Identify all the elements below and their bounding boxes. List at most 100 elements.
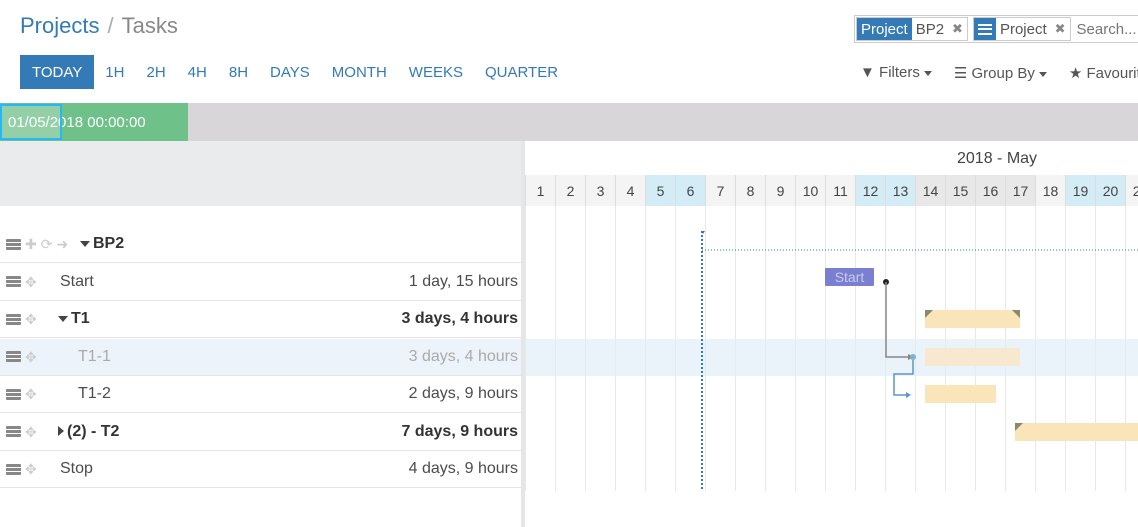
row-actions: ✥	[6, 350, 37, 364]
search-bar[interactable]: Project BP2 ✖ Project ✖	[854, 15, 1138, 43]
task-bar[interactable]	[1015, 422, 1138, 441]
task-name: (2) - T2	[58, 423, 119, 441]
day-cell: 4	[615, 175, 645, 206]
bar-cap-right	[1012, 310, 1020, 318]
task-duration: 3 days, 4 hours	[408, 347, 518, 365]
task-name-text: Stop	[60, 460, 93, 477]
task-row[interactable]: ✥ T1 3 days, 4 hours	[0, 301, 521, 338]
plus-icon[interactable]: ✚	[25, 237, 37, 251]
day-cell: 11	[825, 175, 855, 206]
day-cell: 8	[735, 175, 765, 206]
caret-down-icon[interactable]	[80, 240, 90, 247]
month-label: 2018 - May	[957, 150, 1038, 167]
day-cell: 5	[645, 175, 675, 206]
list-icon[interactable]	[6, 238, 21, 250]
gantt-row	[525, 301, 1138, 338]
move-icon[interactable]: ✥	[25, 425, 37, 439]
task-row[interactable]: ✥ T1-1 3 days, 4 hours	[0, 338, 521, 376]
day-cell: 1	[525, 175, 555, 206]
move-icon[interactable]: ✥	[25, 462, 37, 476]
day-cell: 2	[555, 175, 585, 206]
task-name: T1-2	[78, 385, 111, 403]
task-row[interactable]: ✥ Start 1 day, 15 hours	[0, 264, 521, 301]
task-row[interactable]: ✥ Stop 4 days, 9 hours	[0, 451, 521, 488]
move-icon[interactable]: ✥	[25, 312, 37, 326]
scale-quarter-button[interactable]: QUARTER	[474, 55, 569, 89]
scale-1h-button[interactable]: 1H	[94, 55, 135, 89]
search-input[interactable]	[1074, 20, 1138, 38]
task-name-text: T1	[71, 310, 90, 327]
task-list: ✚ ⟳ ➜ BP2 ✥ Start 1 day, 15 hours ✥ T1 3 days, 4 …	[0, 141, 521, 527]
task-bar[interactable]	[925, 347, 1020, 366]
refresh-icon[interactable]: ⟳	[41, 237, 53, 251]
move-icon[interactable]: ✥	[25, 387, 37, 401]
facet-project-value: BP2	[915, 20, 945, 38]
groupby-button[interactable]: ☰ Group By	[954, 64, 1047, 82]
move-icon[interactable]: ✥	[25, 275, 37, 289]
task-bar[interactable]	[925, 385, 996, 403]
row-actions: ✥	[6, 462, 37, 476]
breadcrumb: Projects / Tasks	[20, 13, 178, 39]
breadcrumb-separator: /	[107, 13, 114, 38]
facet-remove-icon[interactable]: ✖	[1051, 18, 1070, 40]
row-actions: ✥	[6, 312, 37, 326]
day-cell: 17	[1005, 175, 1035, 206]
task-bar[interactable]	[925, 310, 1020, 328]
task-name-text: T1-2	[78, 385, 111, 402]
task-name: Stop	[60, 460, 93, 478]
task-duration: 2 days, 9 hours	[408, 385, 518, 402]
list-icon[interactable]	[6, 426, 21, 437]
list-icon[interactable]	[6, 351, 21, 362]
row-actions: ✥	[6, 387, 37, 401]
task-name-text: Start	[60, 272, 94, 290]
arrow-right-icon[interactable]: ➜	[56, 237, 68, 251]
facet-remove-icon[interactable]: ✖	[948, 18, 967, 40]
task-duration: 7 days, 9 hours	[401, 422, 519, 440]
day-cell: 15	[945, 175, 975, 206]
scale-days-button[interactable]: DAYS	[259, 55, 321, 89]
facet-groupby-value: Project	[999, 20, 1047, 38]
list-icon[interactable]	[6, 313, 21, 325]
day-cell: 3	[585, 175, 615, 206]
task-name-text: BP2	[93, 235, 125, 252]
day-cell: 6	[675, 175, 705, 206]
filter-icon: ▼	[860, 64, 875, 81]
star-icon: ★	[1068, 65, 1083, 82]
day-cell: 10	[795, 175, 825, 206]
filters-button[interactable]: ▼ Filters	[860, 64, 932, 82]
caret-down-icon[interactable]	[58, 315, 68, 322]
move-icon[interactable]: ✥	[25, 350, 37, 364]
today-button[interactable]: TODAY	[20, 55, 95, 89]
bar-cap-left	[1015, 422, 1023, 431]
milestone-start-bar[interactable]: Start	[825, 267, 874, 286]
task-duration: 3 days, 4 hours	[401, 310, 519, 327]
task-row[interactable]: ✥ T1-2 2 days, 9 hours	[0, 376, 521, 413]
scale-2h-button[interactable]: 2H	[135, 55, 176, 89]
facet-project-label: Project	[857, 18, 912, 40]
scale-weeks-button[interactable]: WEEKS	[398, 55, 474, 89]
gantt-chart: 2018 - May 1 2 3 4 5 6 7 8 9 10 11 12 13 14 15 16 17 18 19…	[525, 141, 1138, 491]
task-row[interactable]: ✚ ⟳ ➜ BP2	[0, 226, 521, 263]
day-cell: 14	[915, 175, 945, 206]
day-header: 123456789101112131415161718192021	[525, 175, 1138, 206]
favourites-button[interactable]: ★ Favourites	[1069, 64, 1138, 82]
list-icon[interactable]	[6, 463, 21, 475]
scale-4h-button[interactable]: 4H	[177, 55, 218, 89]
caret-right-icon[interactable]	[58, 426, 64, 437]
gantt-row	[525, 226, 1138, 263]
day-cell: 18	[1035, 175, 1065, 206]
scale-month-button[interactable]: MONTH	[321, 55, 398, 89]
scale-8h-button[interactable]: 8H	[218, 55, 259, 89]
list-icon: ☰	[953, 65, 968, 82]
list-icon[interactable]	[6, 276, 21, 287]
day-cell: 16	[975, 175, 1005, 206]
task-name-text: T1-1	[78, 347, 111, 365]
row-actions: ✚ ⟳ ➜	[6, 237, 68, 251]
list-icon[interactable]	[6, 388, 21, 400]
day-cell: 20	[1095, 175, 1125, 206]
task-row[interactable]: ✥ (2) - T2 7 days, 9 hours	[0, 414, 521, 451]
task-name: T1-1	[78, 348, 111, 366]
breadcrumb-projects-link[interactable]: Projects	[20, 13, 99, 38]
search-options: ▼ Filters ☰ Group By ★ Favourites	[860, 64, 1138, 82]
date-highlight	[0, 104, 62, 140]
